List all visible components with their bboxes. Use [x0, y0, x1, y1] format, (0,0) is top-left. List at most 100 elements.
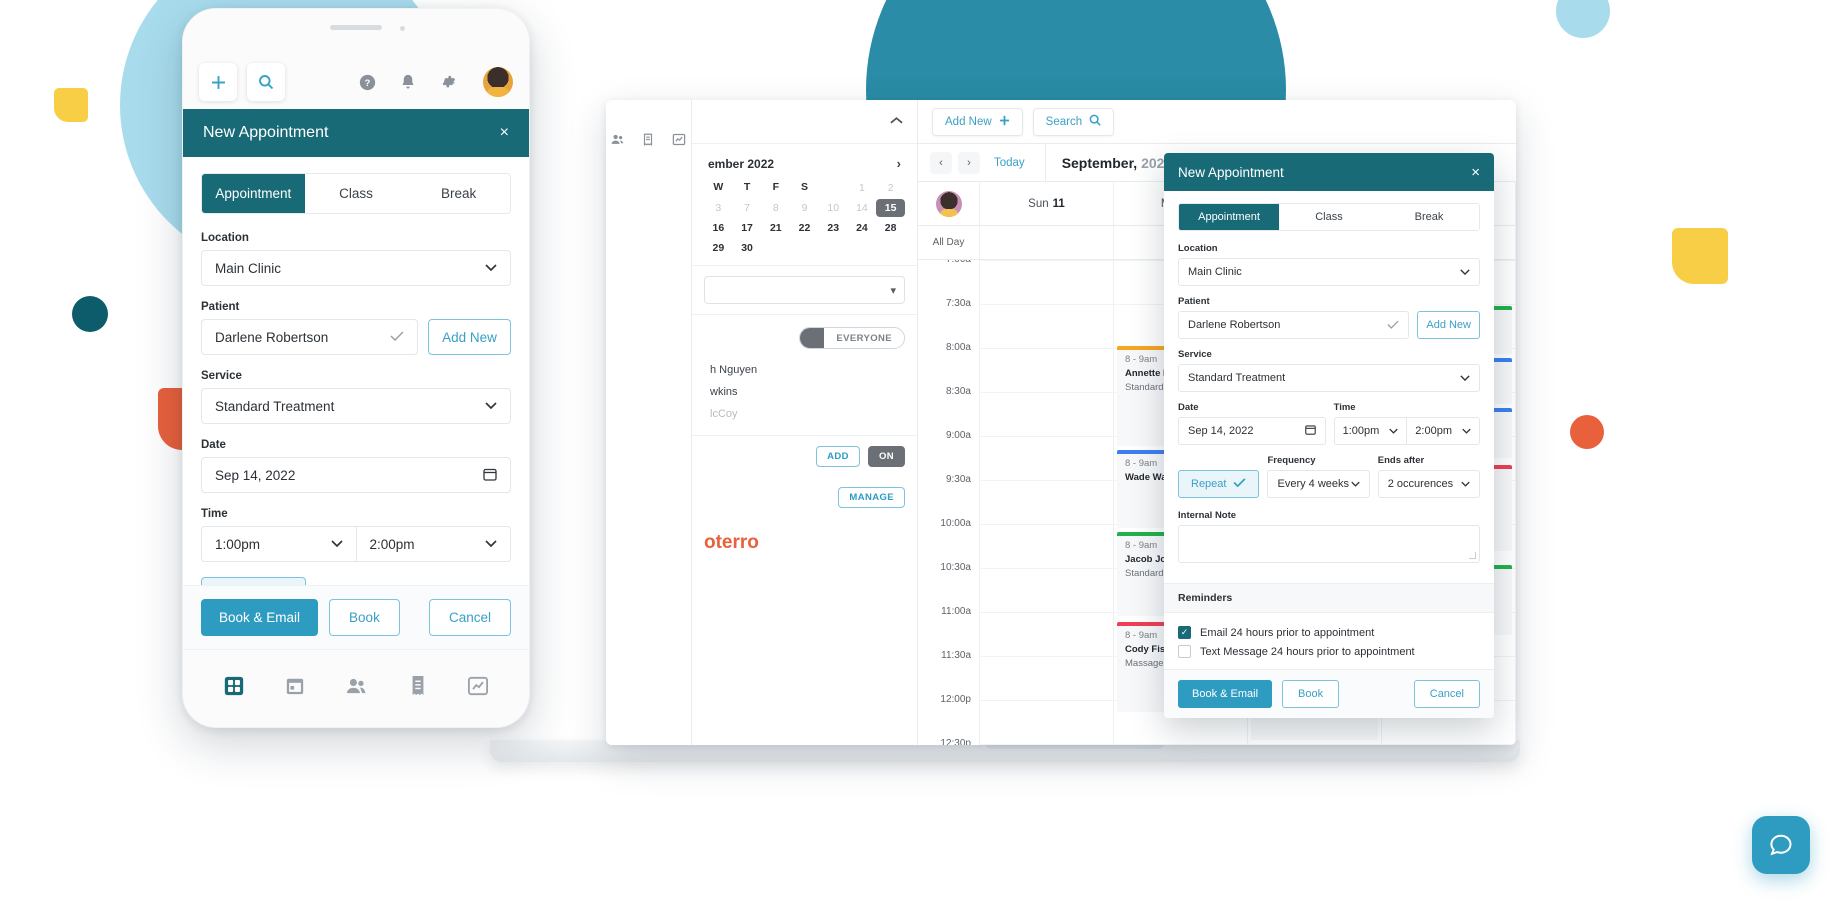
list-item[interactable]: h Nguyen	[704, 359, 905, 381]
mini-calendar-day[interactable]: 3	[704, 199, 733, 217]
mini-calendar-day[interactable]: 17	[733, 219, 762, 237]
tab-appointment[interactable]: Appointment	[202, 174, 305, 213]
all-day-label: All Day	[918, 226, 980, 259]
calendar-hour-line	[980, 656, 1113, 657]
cancel-button[interactable]: Cancel	[428, 599, 511, 636]
service-value: Standard Treatment	[1188, 372, 1286, 384]
toggle-off-segment[interactable]	[800, 328, 825, 348]
chevron-down-icon	[1462, 426, 1471, 437]
tab-break[interactable]: Break	[407, 174, 510, 213]
mini-calendar-day[interactable]: 30	[733, 239, 762, 257]
chart-icon[interactable]	[467, 676, 489, 696]
frequency-select[interactable]: Every 4 weeks	[1267, 470, 1370, 498]
mini-calendar-day[interactable]: 1	[848, 179, 877, 197]
time-range: 1:00pm 2:00pm	[1333, 417, 1480, 445]
mini-calendar-day[interactable]: 21	[761, 219, 790, 237]
mini-calendar-day[interactable]: 29	[704, 239, 733, 257]
chevron-down-icon	[485, 401, 497, 412]
people-icon[interactable]	[345, 676, 368, 696]
date-input[interactable]: Sep 14, 2022	[1178, 417, 1326, 445]
all-day-cell[interactable]	[980, 226, 1114, 259]
service-select[interactable]: Standard Treatment	[201, 388, 511, 424]
gear-icon[interactable]	[440, 74, 457, 91]
time-start-select[interactable]: 1:00pm	[1335, 418, 1407, 444]
tab-break[interactable]: Break	[1379, 204, 1479, 230]
toggle-everyone-segment[interactable]: EVERYONE	[824, 328, 904, 348]
patient-input[interactable]: Darlene Robertson	[201, 319, 418, 355]
mini-calendar-day[interactable]: 16	[704, 219, 733, 237]
mini-calendar-day[interactable]: 8	[761, 199, 790, 217]
location-select[interactable]: Main Clinic	[201, 250, 511, 286]
calendar-column-header[interactable]: Sun 11	[980, 182, 1114, 225]
reminder-email-row[interactable]: ✓ Email 24 hours prior to appointment	[1178, 623, 1480, 642]
on-toggle-button[interactable]: ON	[867, 446, 905, 467]
prev-week-button[interactable]: ‹	[930, 151, 952, 174]
search-button[interactable]: Search	[1032, 107, 1115, 136]
ends-after-select[interactable]: 2 occurences	[1377, 470, 1481, 498]
book-and-email-button[interactable]: Book & Email	[201, 599, 319, 636]
reminder-sms-row[interactable]: Text Message 24 hours prior to appointme…	[1178, 642, 1480, 661]
book-and-email-button[interactable]: Book & Email	[1178, 680, 1273, 708]
chat-bubble-button[interactable]	[1752, 816, 1810, 874]
close-icon[interactable]: ×	[500, 124, 509, 142]
tab-class[interactable]: Class	[305, 174, 408, 213]
mini-calendar-day[interactable]	[761, 239, 790, 257]
mini-calendar-day[interactable]	[819, 179, 848, 197]
mini-calendar-day[interactable]: 22	[790, 219, 819, 237]
mini-calendar-day[interactable]: 2	[876, 179, 905, 197]
book-button[interactable]: Book	[329, 599, 400, 636]
tab-class[interactable]: Class	[1279, 204, 1379, 230]
search-icon	[259, 75, 274, 90]
dashboard-icon[interactable]	[223, 675, 245, 697]
chart-icon[interactable]	[671, 132, 687, 147]
everyone-toggle[interactable]: EVERYONE	[799, 327, 905, 349]
add-button[interactable]	[199, 63, 237, 101]
list-item[interactable]: lcCoy	[704, 403, 905, 425]
mini-calendar-day[interactable]: 28	[876, 219, 905, 237]
invoice-icon[interactable]	[409, 675, 427, 696]
repeat-toggle-button[interactable]: Repeat	[1178, 470, 1260, 498]
mini-calendar-day-selected[interactable]: 15	[876, 199, 905, 217]
checkbox-unchecked-icon[interactable]	[1178, 645, 1191, 658]
sidebar-collapse-button[interactable]	[692, 100, 917, 144]
internal-note-textarea[interactable]	[1178, 525, 1480, 563]
location-select[interactable]: Main Clinic	[1178, 258, 1480, 286]
search-button[interactable]	[247, 63, 285, 101]
service-select[interactable]: Standard Treatment	[1178, 364, 1480, 392]
bell-icon[interactable]	[400, 74, 416, 91]
close-icon[interactable]: ×	[1471, 165, 1480, 180]
mini-calendar-day[interactable]: 14	[848, 199, 877, 217]
invoice-icon[interactable]	[641, 132, 655, 147]
time-end-select[interactable]: 2:00pm	[355, 527, 511, 561]
avatar[interactable]	[483, 67, 513, 97]
mini-calendar-day[interactable]: 7	[733, 199, 762, 217]
tab-appointment[interactable]: Appointment	[1179, 204, 1279, 230]
book-button[interactable]: Book	[1282, 680, 1340, 708]
help-circle-icon[interactable]: ?	[359, 74, 376, 91]
sidebar-everyone-toggle-row: EVERYONE	[692, 315, 917, 355]
mini-calendar-day[interactable]: 10	[819, 199, 848, 217]
mini-calendar-day[interactable]: 24	[848, 219, 877, 237]
calendar-day-column[interactable]	[980, 260, 1114, 745]
add-new-patient-button[interactable]: Add New	[1417, 311, 1480, 339]
date-input[interactable]: Sep 14, 2022	[201, 457, 511, 493]
add-button[interactable]: ADD	[816, 446, 860, 467]
calendar-icon[interactable]	[285, 676, 305, 696]
today-button[interactable]: Today	[986, 157, 1033, 169]
mini-calendar-dow: W	[713, 181, 724, 193]
mini-calendar-day[interactable]: 9	[790, 199, 819, 217]
time-end-select[interactable]: 2:00pm	[1406, 418, 1479, 444]
sidebar-filter-select[interactable]: ▾	[704, 276, 905, 304]
patient-input[interactable]: Darlene Robertson	[1178, 311, 1410, 339]
next-week-button[interactable]: ›	[958, 151, 980, 174]
add-new-patient-button[interactable]: Add New	[428, 319, 511, 355]
chevron-right-icon[interactable]: ›	[897, 156, 901, 171]
add-new-button[interactable]: Add New	[932, 107, 1023, 136]
manage-button[interactable]: MANAGE	[838, 487, 905, 508]
list-item[interactable]: wkins	[704, 381, 905, 403]
time-start-select[interactable]: 1:00pm	[202, 527, 356, 561]
people-icon[interactable]	[610, 132, 625, 147]
checkbox-checked-icon[interactable]: ✓	[1178, 626, 1191, 639]
mini-calendar-day[interactable]: 23	[819, 219, 848, 237]
cancel-button[interactable]: Cancel	[1413, 680, 1480, 708]
